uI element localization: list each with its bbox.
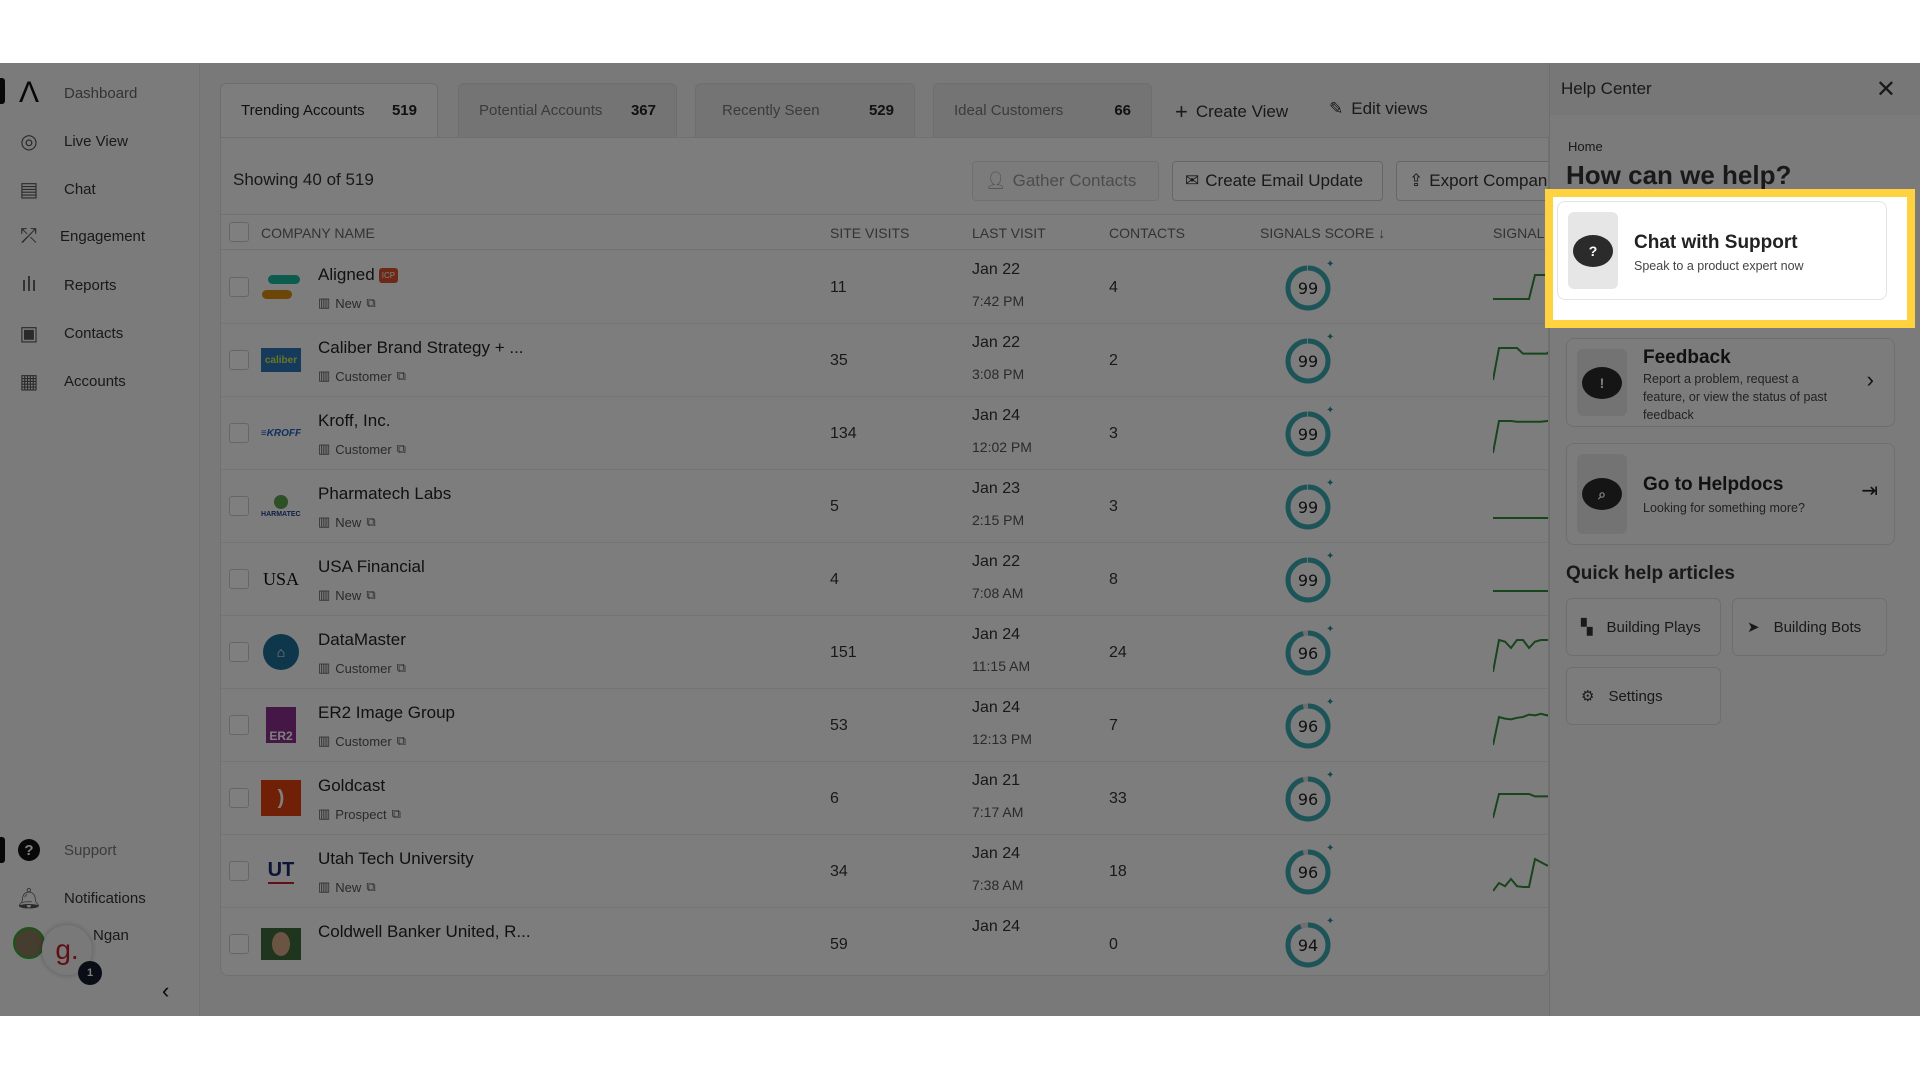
chat-with-support-card[interactable]: ? Chat with Support Speak to a product e… — [1557, 201, 1887, 300]
chat-question-icon: ? — [1573, 234, 1613, 267]
highlight-box: ? Chat with Support Speak to a product e… — [1545, 189, 1915, 328]
icon-box: ? — [1568, 212, 1618, 289]
